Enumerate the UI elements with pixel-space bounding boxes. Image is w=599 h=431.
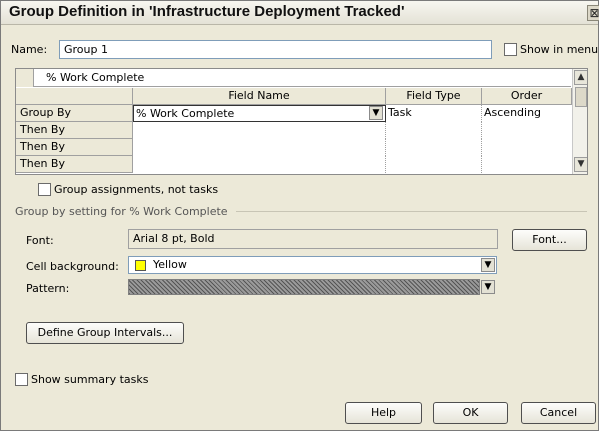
row-header-then-by: Then By (16, 122, 133, 139)
group-definition-dialog: Group Definition in 'Infrastructure Depl… (0, 0, 599, 431)
cell-background-select[interactable]: Yellow (128, 256, 497, 274)
field-name-cell[interactable] (133, 122, 386, 139)
order-cell[interactable] (482, 156, 572, 173)
show-summary-label: Show summary tasks (31, 373, 149, 386)
field-name-cell[interactable] (133, 156, 386, 173)
grid-corner-header (16, 88, 133, 105)
show-summary-checkbox[interactable] (15, 373, 28, 386)
group-setting-title: Group by setting for % Work Complete (15, 205, 228, 218)
font-button[interactable]: Font... (512, 229, 587, 251)
row-header-group-by: Group By (16, 105, 133, 122)
field-type-cell[interactable] (386, 122, 482, 139)
column-header-field-name: Field Name (133, 88, 386, 105)
define-group-intervals-button[interactable]: Define Group Intervals... (26, 322, 184, 344)
cell-background-value: Yellow (153, 258, 187, 271)
group-setting-divider (236, 211, 587, 212)
cancel-button[interactable]: Cancel (521, 402, 596, 424)
font-label: Font: (26, 234, 54, 247)
grid-edit-bar[interactable]: % Work Complete (16, 69, 571, 87)
order-cell[interactable] (482, 122, 572, 139)
group-assignments-label: Group assignments, not tasks (54, 183, 219, 196)
name-input[interactable]: Group 1 (59, 40, 492, 59)
field-name-dropdown-icon[interactable]: ▼ (369, 106, 383, 120)
order-cell[interactable]: Ascending (482, 105, 572, 122)
show-in-menu-checkbox[interactable] (504, 43, 517, 56)
help-button[interactable]: Help (345, 402, 422, 424)
dialog-title: Group Definition in 'Infrastructure Depl… (9, 3, 405, 20)
row-header-then-by: Then By (16, 156, 133, 173)
scroll-thumb[interactable] (575, 87, 587, 107)
edit-bar-corner (16, 69, 34, 87)
pattern-dropdown-icon[interactable]: ▼ (481, 280, 495, 294)
order-cell[interactable] (482, 139, 572, 156)
group-assignments-checkbox[interactable] (38, 183, 51, 196)
name-label: Name: (11, 43, 48, 56)
grid-scrollbar[interactable]: ▲ ▼ (572, 69, 587, 174)
font-display: Arial 8 pt, Bold (128, 229, 498, 249)
edit-bar-value: % Work Complete (46, 71, 145, 84)
cell-background-dropdown-icon[interactable]: ▼ (481, 258, 495, 272)
pattern-label: Pattern: (26, 282, 70, 295)
scroll-down-icon[interactable]: ▼ (574, 157, 587, 172)
group-fields-grid: % Work Complete Field Name Field Type Or… (15, 68, 588, 175)
column-header-field-type: Field Type (386, 88, 482, 105)
close-icon[interactable]: ⊠ (587, 5, 599, 21)
title-bar: Group Definition in 'Infrastructure Depl… (1, 1, 599, 25)
row-header-then-by: Then By (16, 139, 133, 156)
scroll-up-icon[interactable]: ▲ (574, 70, 587, 85)
cell-background-label: Cell background: (26, 260, 119, 273)
yellow-swatch (135, 260, 146, 271)
field-name-cell[interactable] (133, 139, 386, 156)
column-header-order: Order (482, 88, 572, 105)
field-type-cell[interactable]: Task (386, 105, 482, 122)
pattern-select[interactable] (128, 279, 480, 295)
show-in-menu-label: Show in menu (520, 43, 599, 56)
field-name-value: % Work Complete (136, 107, 235, 120)
field-type-cell[interactable] (386, 139, 482, 156)
field-type-cell[interactable] (386, 156, 482, 173)
ok-button[interactable]: OK (433, 402, 508, 424)
field-name-select[interactable]: % Work Complete (133, 105, 386, 122)
